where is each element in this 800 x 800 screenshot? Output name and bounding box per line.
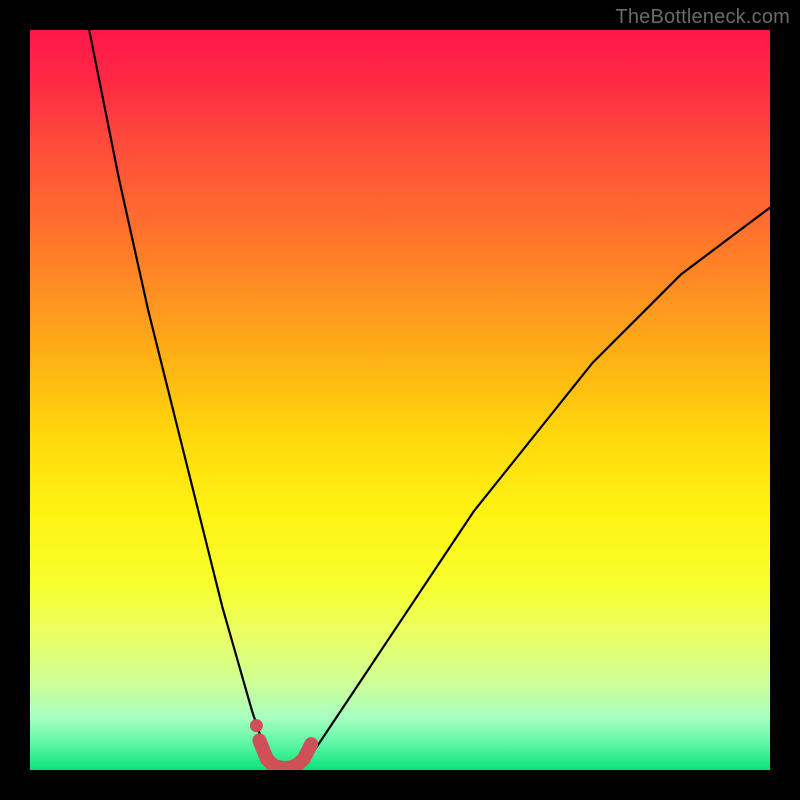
curve-layer xyxy=(30,30,770,770)
chart-frame: TheBottleneck.com xyxy=(0,0,800,800)
plot-area xyxy=(30,30,770,770)
highlight-segment xyxy=(250,719,311,768)
main-curve xyxy=(89,30,770,770)
watermark-text: TheBottleneck.com xyxy=(615,6,790,29)
